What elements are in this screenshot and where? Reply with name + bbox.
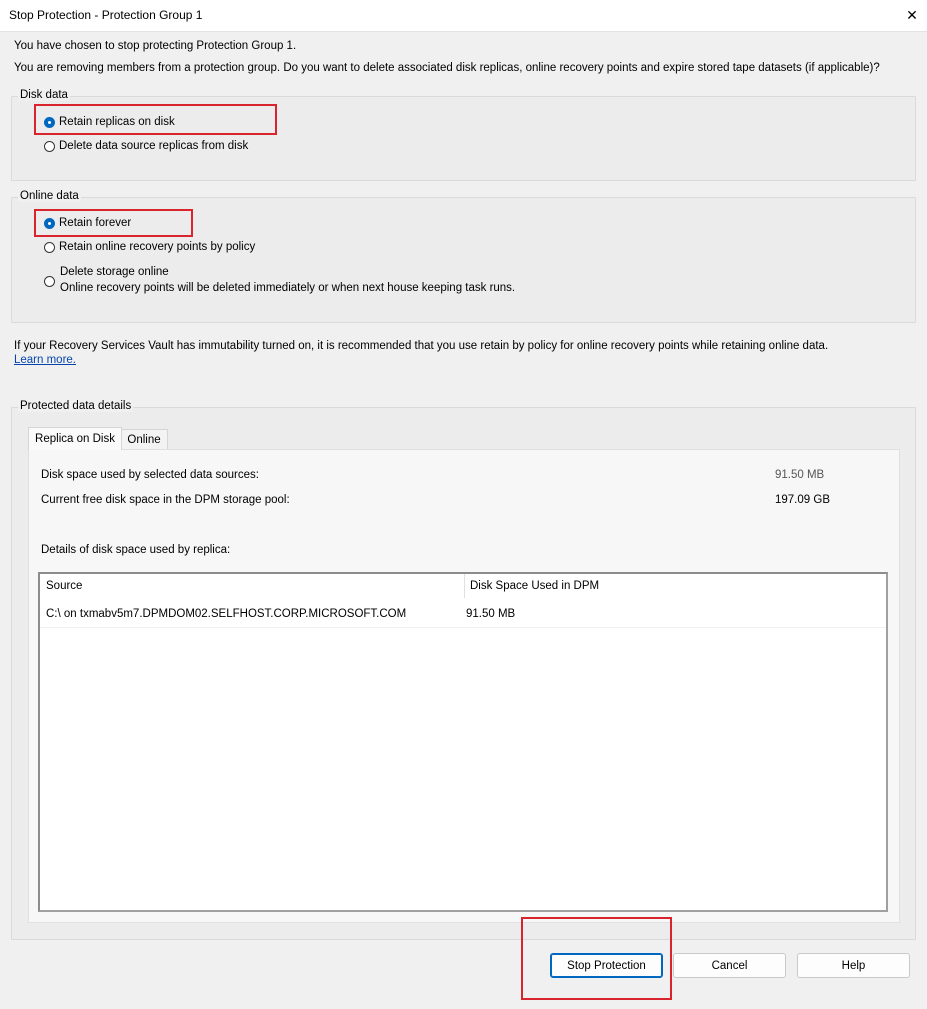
radio-unselected-icon xyxy=(44,140,55,152)
title-bar: Stop Protection - Protection Group 1 ✕ xyxy=(0,0,927,32)
radio-unselected-icon xyxy=(44,276,55,287)
radio-retain-forever[interactable]: Retain forever xyxy=(44,217,131,229)
tab-replica-on-disk[interactable]: Replica on Disk xyxy=(28,427,122,450)
disk-used-value: 91.50 MB xyxy=(775,469,825,481)
radio-retain-by-policy[interactable]: Retain online recovery points by policy xyxy=(44,241,255,253)
radio-label: Retain forever xyxy=(59,217,132,229)
radio-delete-replicas[interactable]: Delete data source replicas from disk xyxy=(44,140,248,152)
radio-sublabel: Online recovery points will be deleted i… xyxy=(60,282,516,294)
cancel-button[interactable]: Cancel xyxy=(673,953,786,978)
cell-source: C:\ on txmabv5m7.DPMDOM02.SELFHOST.CORP.… xyxy=(46,608,407,620)
protected-details-label: Protected data details xyxy=(18,400,134,412)
radio-label: Retain replicas on disk xyxy=(59,116,175,128)
close-button[interactable]: ✕ xyxy=(897,0,927,30)
column-header-disk-space[interactable]: Disk Space Used in DPM xyxy=(470,580,599,592)
intro-line-1: You have chosen to stop protecting Prote… xyxy=(14,40,297,52)
tab-online[interactable]: Online xyxy=(120,429,168,450)
table-row[interactable]: C:\ on txmabv5m7.DPMDOM02.SELFHOST.CORP.… xyxy=(40,602,886,628)
replica-table[interactable]: Source Disk Space Used in DPM C:\ on txm… xyxy=(38,572,888,912)
radio-retain-replicas[interactable]: Retain replicas on disk xyxy=(44,116,175,128)
details-label: Details of disk space used by replica: xyxy=(41,544,231,556)
stop-protection-button[interactable]: Stop Protection xyxy=(550,953,663,978)
tab-label: Online xyxy=(127,434,161,446)
cell-disk-space: 91.50 MB xyxy=(466,608,516,620)
radio-unselected-icon xyxy=(44,241,55,253)
radio-selected-icon xyxy=(44,217,55,229)
free-space-label: Current free disk space in the DPM stora… xyxy=(41,494,290,506)
window-title: Stop Protection - Protection Group 1 xyxy=(9,8,203,22)
free-space-value: 197.09 GB xyxy=(775,494,830,506)
close-icon: ✕ xyxy=(906,6,918,23)
radio-selected-icon xyxy=(44,116,55,128)
radio-label: Retain online recovery points by policy xyxy=(59,241,256,253)
radio-label: Delete storage online xyxy=(60,266,169,278)
tab-label: Replica on Disk xyxy=(35,433,115,445)
disk-used-label: Disk space used by selected data sources… xyxy=(41,469,259,481)
intro-line-2: You are removing members from a protecti… xyxy=(14,62,880,74)
column-divider[interactable] xyxy=(464,574,465,598)
learn-more-link[interactable]: Learn more. xyxy=(14,354,76,366)
radio-label: Delete data source replicas from disk xyxy=(59,140,249,152)
disk-data-label: Disk data xyxy=(18,89,70,101)
row-divider xyxy=(40,627,886,628)
column-header-source[interactable]: Source xyxy=(46,580,82,592)
immutability-note: If your Recovery Services Vault has immu… xyxy=(14,340,829,352)
help-button[interactable]: Help xyxy=(797,953,910,978)
online-data-label: Online data xyxy=(18,190,81,202)
